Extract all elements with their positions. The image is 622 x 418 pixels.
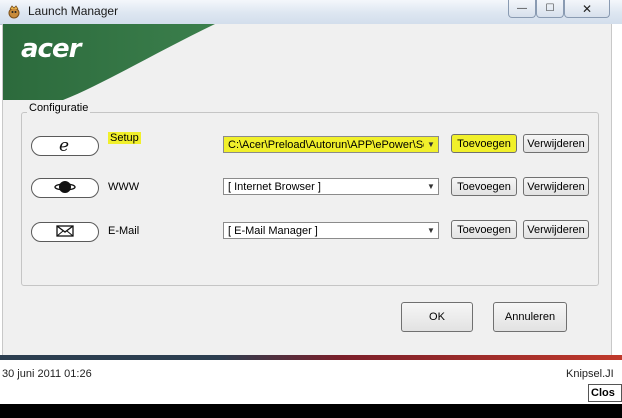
email-add-button[interactable]: Toevoegen xyxy=(451,220,517,239)
email-label: E-Mail xyxy=(108,225,140,237)
maximize-icon: ☐ xyxy=(545,3,555,14)
setup-label: Setup xyxy=(108,132,141,144)
close-icon: ✕ xyxy=(581,1,593,16)
mail-icon xyxy=(56,224,74,241)
close-window-button[interactable]: ✕ xyxy=(564,0,610,18)
setup-program-select[interactable]: C:\Acer\Preload\Autorun\APP\ePower\Se ▼ xyxy=(223,136,439,153)
globe-icon xyxy=(54,179,76,198)
cancel-button[interactable]: Annuleren xyxy=(493,302,567,332)
acer-logo: acer xyxy=(21,34,81,64)
launch-manager-window: acer Configuratie e Setup C:\Acer\Preloa… xyxy=(2,24,612,355)
svg-text:e: e xyxy=(59,137,69,153)
banner-green-shape xyxy=(3,24,215,100)
www-label: WWW xyxy=(108,181,140,193)
setup-add-button[interactable]: Toevoegen xyxy=(451,134,517,153)
email-program-value: [ E-Mail Manager ] xyxy=(228,224,318,237)
configuration-label: Configuratie xyxy=(27,102,91,114)
chevron-down-icon: ▼ xyxy=(427,226,435,235)
email-program-select[interactable]: [ E-Mail Manager ] ▼ xyxy=(223,222,439,239)
capture-timestamp: 30 juni 2011 01:26 xyxy=(2,368,92,380)
email-launch-key[interactable] xyxy=(31,222,99,242)
ok-button[interactable]: OK xyxy=(401,302,473,332)
www-remove-button[interactable]: Verwijderen xyxy=(523,177,589,196)
setup-program-value: C:\Acer\Preload\Autorun\APP\ePower\Se xyxy=(228,138,424,151)
acer-banner: acer xyxy=(3,24,611,100)
minimize-button[interactable]: — xyxy=(508,0,536,18)
minimize-icon: — xyxy=(517,3,527,14)
chevron-down-icon: ▼ xyxy=(427,182,435,191)
taskbar-strip xyxy=(0,355,622,360)
title-bar: Launch Manager — ☐ ✕ xyxy=(0,0,622,25)
setup-launch-key[interactable]: e xyxy=(31,136,99,156)
launch-manager-app-icon xyxy=(6,4,22,20)
www-program-value: [ Internet Browser ] xyxy=(228,180,321,193)
window-right-edge xyxy=(612,24,622,355)
www-add-button[interactable]: Toevoegen xyxy=(451,177,517,196)
snip-filename: Knipsel.JI xyxy=(566,368,614,380)
www-program-select[interactable]: [ Internet Browser ] ▼ xyxy=(223,178,439,195)
snip-close-button[interactable]: Clos xyxy=(588,384,622,402)
black-footer-bar xyxy=(0,404,622,418)
chevron-down-icon: ▼ xyxy=(427,140,435,149)
window-title: Launch Manager xyxy=(28,4,119,18)
www-launch-key[interactable] xyxy=(31,178,99,198)
ie-icon: e xyxy=(55,136,75,156)
setup-remove-button[interactable]: Verwijderen xyxy=(523,134,589,153)
email-remove-button[interactable]: Verwijderen xyxy=(523,220,589,239)
maximize-button[interactable]: ☐ xyxy=(536,0,564,18)
